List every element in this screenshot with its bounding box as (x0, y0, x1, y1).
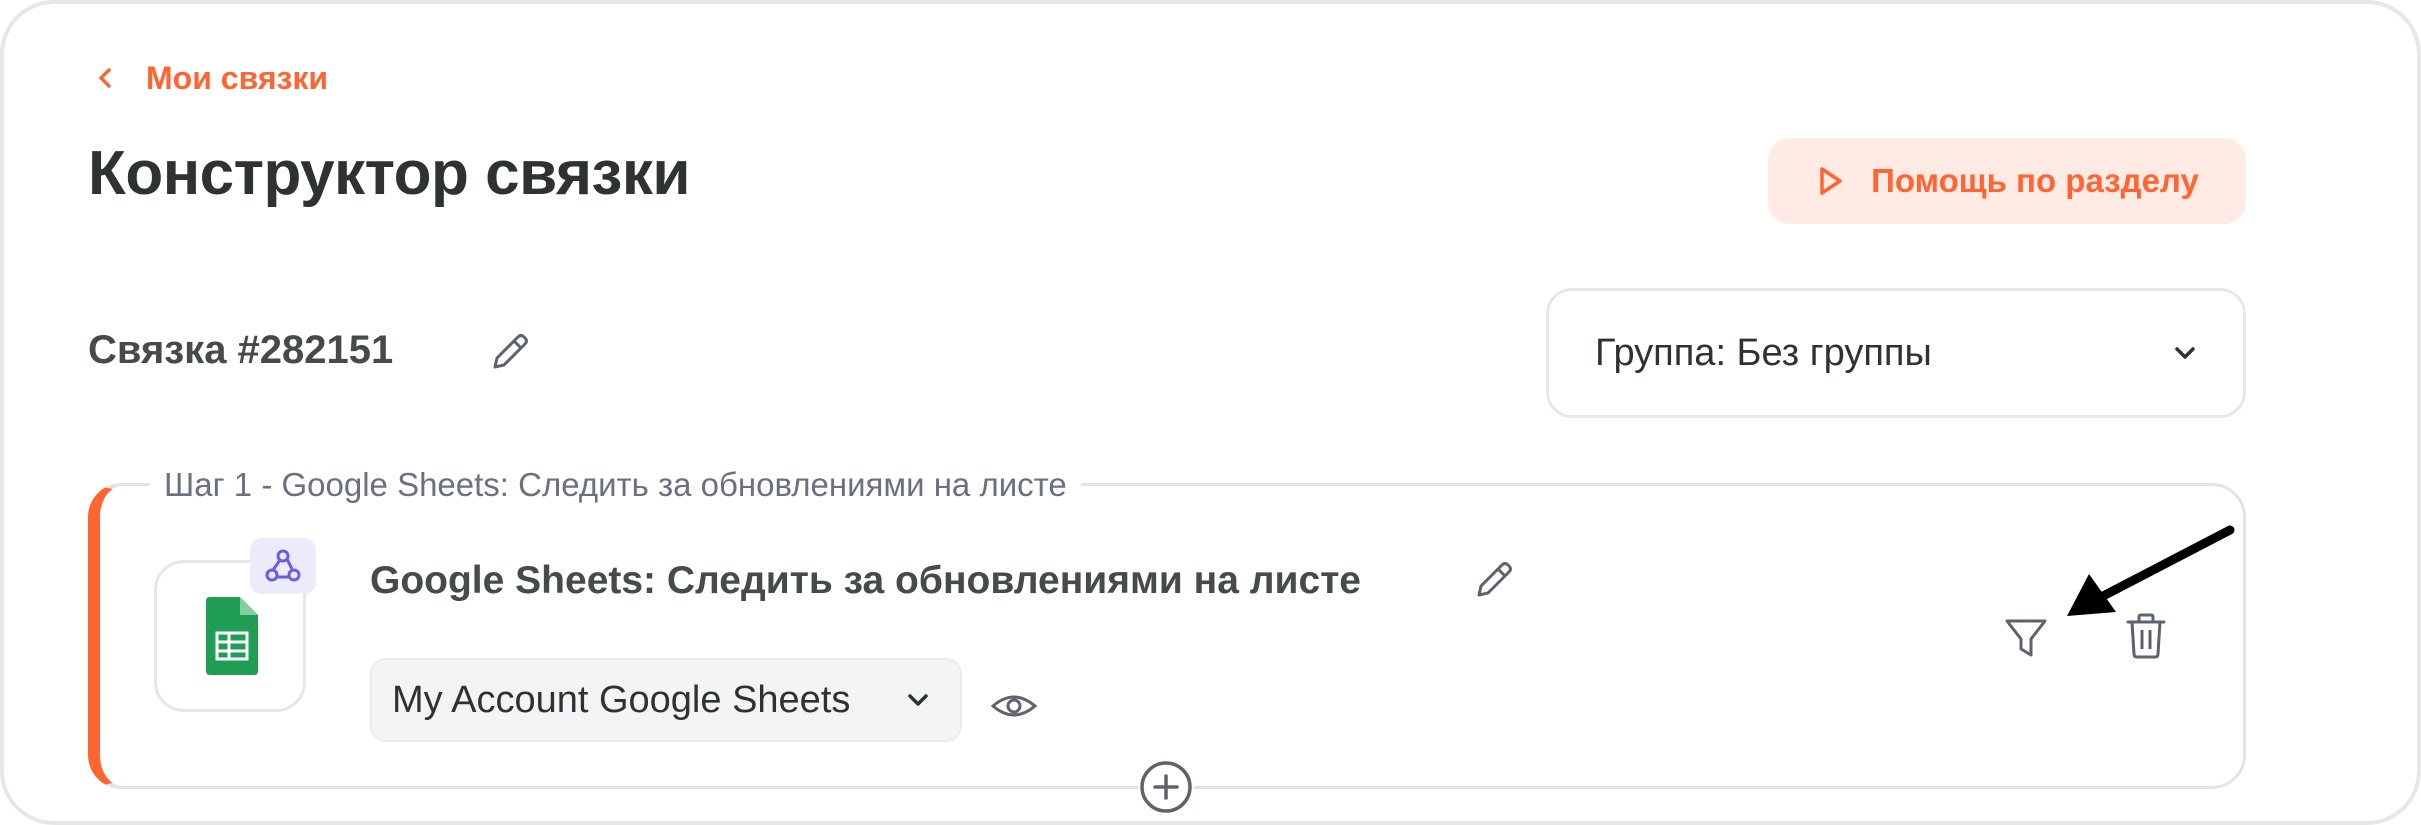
edit-link-name-button[interactable] (486, 328, 534, 376)
play-icon (1820, 167, 1842, 195)
help-button[interactable]: Помощь по разделу (1768, 138, 2246, 224)
help-button-label: Помощь по разделу (1871, 162, 2199, 199)
plus-circle-icon (1140, 761, 1192, 813)
group-select[interactable]: Группа: Без группы (1546, 288, 2246, 418)
chevron-down-icon (2175, 347, 2195, 359)
webhook-icon (265, 549, 301, 582)
add-step-button[interactable] (1138, 759, 1194, 815)
back-link-label: Мои связки (146, 59, 329, 96)
chevron-left-icon (99, 68, 111, 88)
back-link[interactable]: Мои связки (96, 58, 328, 98)
pencil-icon (1477, 562, 1512, 597)
link-name: Связка #282151 (88, 328, 394, 372)
group-select-value: Группа: Без группы (1595, 331, 1932, 374)
view-account-button[interactable] (990, 682, 1038, 730)
trigger-badge (250, 538, 316, 594)
step-legend: Шаг 1 - Google Sheets: Следить за обновл… (150, 466, 1081, 504)
step-title: Google Sheets: Следить за обновлениями н… (370, 559, 1361, 602)
chevron-down-icon (908, 694, 928, 706)
account-select[interactable]: My Account Google Sheets (370, 658, 962, 742)
arrow-annotation (2067, 525, 2235, 616)
google-sheets-icon (206, 597, 258, 675)
step-card (88, 483, 2246, 789)
account-select-value: My Account Google Sheets (392, 678, 851, 721)
pencil-icon (493, 334, 528, 369)
eye-icon (990, 695, 1038, 717)
edit-step-button[interactable] (1470, 556, 1518, 604)
page-title: Конструктор связки (88, 139, 691, 208)
